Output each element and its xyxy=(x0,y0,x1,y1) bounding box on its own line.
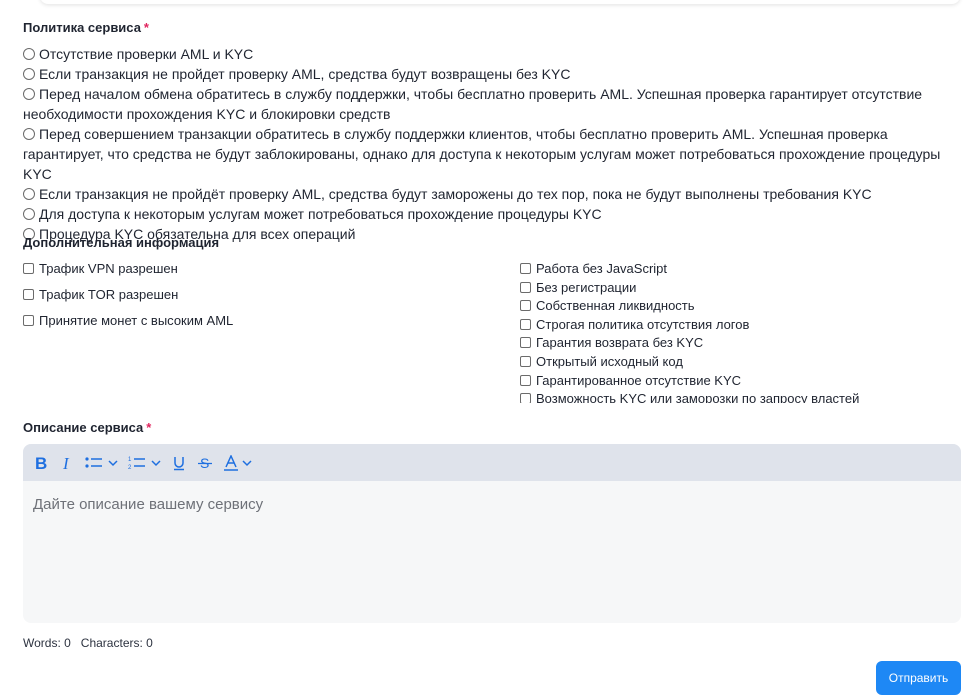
extra-option[interactable]: Трафик TOR разрешен xyxy=(23,286,233,312)
checkbox[interactable] xyxy=(520,393,531,403)
policy-option[interactable]: Для доступа к некоторым услугам может по… xyxy=(23,204,958,224)
extra-option-label: Трафик VPN разрешен xyxy=(39,261,178,276)
extra-option-label: Работа без JavaScript xyxy=(536,261,668,276)
extra-checkbox-group-right[interactable]: Работа без JavaScript Без регистрации Со… xyxy=(520,260,859,403)
radio-button[interactable] xyxy=(23,88,35,100)
extra-section-title: Дополнительная информация xyxy=(23,235,220,250)
italic-button[interactable]: I xyxy=(59,451,75,475)
policy-option[interactable]: Если транзакция не пройдёт проверку AML,… xyxy=(23,184,958,204)
checkbox[interactable] xyxy=(23,263,34,274)
policy-option-label: Если транзакция не пройдет проверку AML,… xyxy=(39,66,571,82)
extra-option[interactable]: Гарантия возврата без KYC xyxy=(520,334,859,353)
italic-icon: I xyxy=(62,455,70,471)
bullet-list-button[interactable] xyxy=(85,451,118,475)
svg-text:1: 1 xyxy=(128,457,132,463)
policy-option-label: Перед совершением транзакции обратитесь … xyxy=(23,126,941,182)
checkbox[interactable] xyxy=(520,318,531,330)
extra-option-label: Возможность KYC или заморозки по запросу… xyxy=(536,391,860,403)
required-mark: * xyxy=(143,20,149,35)
editor-toolbar: B I 1 2 S xyxy=(23,444,961,481)
underline-button[interactable] xyxy=(171,451,187,475)
extra-option-label: Принятие монет с высоким AML xyxy=(39,313,234,328)
policy-section-title: Политика сервиса * xyxy=(23,20,149,35)
previous-card-edge xyxy=(40,0,960,4)
svg-text:B: B xyxy=(35,455,47,471)
character-count: Characters: 0 xyxy=(80,636,153,650)
strikethrough-icon: S xyxy=(198,455,212,471)
required-mark: * xyxy=(146,420,152,435)
rich-text-editor: B I 1 2 S Дайте описание вашему сервису xyxy=(23,444,961,623)
checkbox[interactable] xyxy=(520,281,531,293)
extra-option-label: Строгая политика отсутствия логов xyxy=(536,316,750,332)
extra-option-label: Собственная ликвидность xyxy=(536,298,695,314)
extra-option[interactable]: Открытый исходный код xyxy=(520,353,859,372)
numbered-list-button[interactable]: 1 2 xyxy=(128,451,161,475)
submit-button[interactable]: Отправить xyxy=(876,661,961,695)
radio-button[interactable] xyxy=(23,208,35,220)
extra-option[interactable]: Трафик VPN разрешен xyxy=(23,260,233,286)
description-title-text: Описание сервиса xyxy=(23,420,144,435)
extra-option[interactable]: Принятие монет с высоким AML xyxy=(23,312,233,338)
radio-button[interactable] xyxy=(23,188,35,200)
underline-icon xyxy=(174,456,184,470)
policy-option-label: Для доступа к некоторым услугам может по… xyxy=(39,206,602,222)
policy-option[interactable]: Перед началом обмена обратитесь в службу… xyxy=(23,84,958,124)
chevron-down-icon xyxy=(151,459,161,466)
radio-button[interactable] xyxy=(23,128,35,140)
extra-option[interactable]: Гарантированное отсутствие KYC xyxy=(520,372,859,391)
word-char-counter: Words: 0 Characters: 0 xyxy=(23,636,163,650)
text-color-icon xyxy=(224,454,238,471)
strikethrough-button[interactable]: S xyxy=(197,451,213,475)
checkbox[interactable] xyxy=(23,289,34,300)
svg-text:2: 2 xyxy=(128,465,132,471)
word-count: Words: 0 xyxy=(23,636,71,650)
extra-option-label: Трафик TOR разрешен xyxy=(39,287,179,302)
bold-button[interactable]: B xyxy=(33,451,49,475)
extra-option[interactable]: Собственная ликвидность xyxy=(520,297,859,316)
policy-option[interactable]: Перед совершением транзакции обратитесь … xyxy=(23,124,958,184)
extra-option-label: Гарантия возврата без KYC xyxy=(536,335,704,351)
radio-button[interactable] xyxy=(23,48,35,60)
extra-option[interactable]: Без регистрации xyxy=(520,279,859,298)
checkbox[interactable] xyxy=(520,263,531,274)
chevron-down-icon xyxy=(242,459,252,466)
radio-button[interactable] xyxy=(23,68,35,80)
policy-option[interactable]: Отсутствие проверки AML и KYC xyxy=(23,44,958,64)
policy-option-label: Перед началом обмена обратитесь в службу… xyxy=(23,86,923,122)
extra-option-label: Без регистрации xyxy=(536,279,637,295)
checkbox[interactable] xyxy=(23,315,34,326)
policy-option-label: Отсутствие проверки AML и KYC xyxy=(39,46,254,62)
checkbox[interactable] xyxy=(520,337,531,349)
extra-option[interactable]: Возможность KYC или заморозки по запросу… xyxy=(520,390,859,403)
extra-checkbox-group-left: Трафик VPN разрешен Трафик TOR разрешен … xyxy=(23,260,233,338)
text-color-button[interactable] xyxy=(223,451,252,475)
description-placeholder: Дайте описание вашему сервису xyxy=(33,496,264,513)
extra-option-label: Открытый исходный код xyxy=(536,353,683,369)
checkbox[interactable] xyxy=(520,355,531,367)
bullet-list-icon xyxy=(85,456,102,468)
description-textarea[interactable]: Дайте описание вашему сервису xyxy=(23,481,961,623)
description-section-title: Описание сервиса * xyxy=(23,420,151,435)
policy-radio-group: Отсутствие проверки AML и KYC Если транз… xyxy=(23,44,958,244)
policy-title-text: Политика сервиса xyxy=(23,20,141,35)
bold-icon: B xyxy=(35,455,47,471)
extra-option-label: Гарантированное отсутствие KYC xyxy=(536,372,742,388)
chevron-down-icon xyxy=(108,459,118,466)
policy-option-label: Если транзакция не пройдёт проверку AML,… xyxy=(39,186,872,202)
extra-option[interactable]: Работа без JavaScript xyxy=(520,260,859,279)
policy-option[interactable]: Если транзакция не пройдет проверку AML,… xyxy=(23,64,958,84)
checkbox[interactable] xyxy=(520,300,531,312)
checkbox[interactable] xyxy=(520,374,531,386)
svg-text:I: I xyxy=(62,455,70,471)
numbered-list-icon: 1 2 xyxy=(128,457,145,471)
extra-option[interactable]: Строгая политика отсутствия логов xyxy=(520,316,859,335)
